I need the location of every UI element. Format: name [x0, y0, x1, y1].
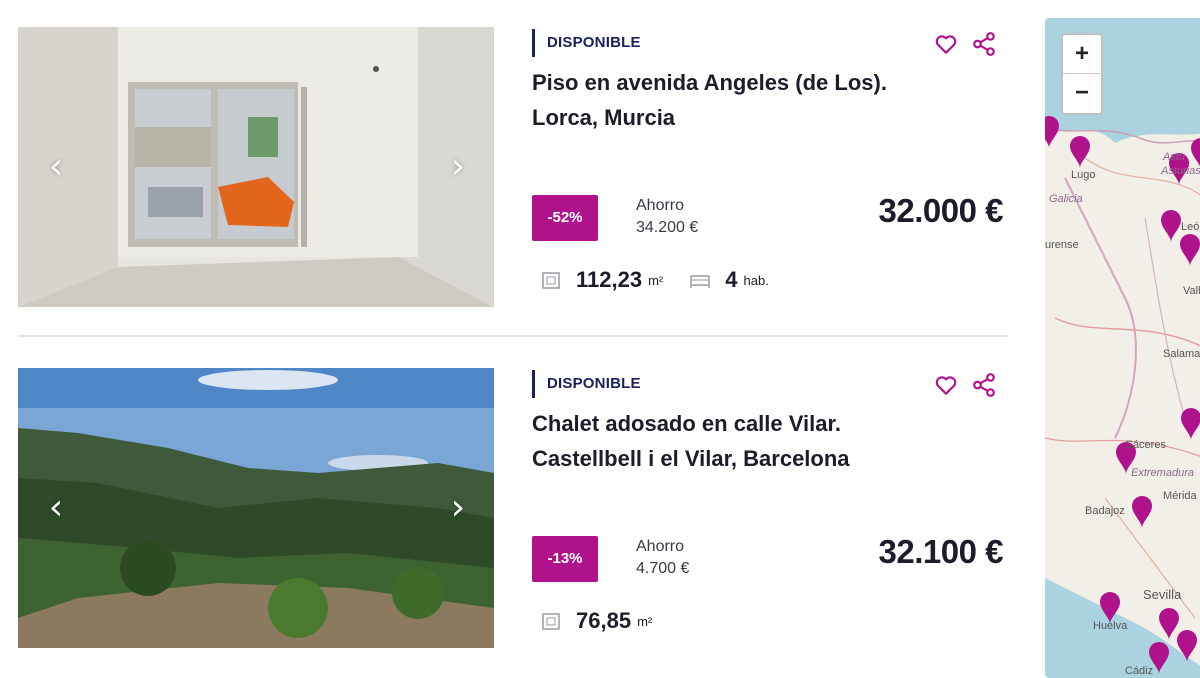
map-label: Vall	[1183, 285, 1200, 297]
area-unit: m²	[648, 272, 664, 288]
area-value: 76,85	[576, 608, 632, 633]
room-interior-image	[18, 27, 494, 307]
listing-actions	[933, 372, 997, 398]
chevron-left-icon[interactable]: ‹	[40, 490, 72, 526]
map-label: Galicia	[1049, 193, 1083, 205]
map-canvas[interactable]: Lugo Astu Asturias Galicia Leó urense Va…	[1045, 18, 1200, 678]
listing-info: DISPONIBLE Chalet adosado en calle Vilar…	[532, 368, 1007, 668]
heart-icon[interactable]	[933, 372, 959, 398]
zoom-in-button[interactable]: +	[1063, 35, 1101, 74]
share-icon[interactable]	[971, 31, 997, 57]
listing-specs: 76,85 m²	[540, 608, 652, 634]
map-panel[interactable]: Lugo Astu Asturias Galicia Leó urense Va…	[1045, 18, 1200, 678]
chevron-right-icon[interactable]: ›	[442, 149, 474, 185]
saving-amount: 4.700 €	[636, 560, 690, 577]
status-badge: DISPONIBLE	[532, 370, 641, 398]
saving-amount: 34.200 €	[636, 219, 699, 236]
map-label: Leó	[1181, 221, 1199, 233]
map-label: urense	[1045, 239, 1079, 251]
map-label: Badajoz	[1085, 505, 1125, 517]
saving-label: Ahorro	[636, 197, 685, 214]
share-icon[interactable]	[971, 372, 997, 398]
listing-photo[interactable]: ‹ ›	[18, 368, 494, 648]
map-zoom-control: + −	[1061, 33, 1103, 115]
chevron-left-icon[interactable]: ‹	[40, 149, 72, 185]
map-label: Cáceres	[1125, 439, 1166, 451]
map-label: Astu	[1162, 151, 1185, 163]
rooms-unit: hab.	[743, 272, 769, 288]
map-label: Cádiz	[1125, 665, 1153, 677]
listing-specs: 112,23 m² 4 hab.	[540, 267, 769, 293]
map-label: Sevilla	[1143, 587, 1182, 602]
listing-card[interactable]: ‹ › DISPONIBLE Piso en avenida Angeles (…	[0, 0, 1010, 336]
area-unit: m²	[637, 613, 653, 629]
listing-photo[interactable]: ‹ ›	[18, 27, 494, 307]
listing-title[interactable]: Piso en avenida Angeles (de Los). Lorca,…	[532, 65, 892, 135]
listing-price: 32.100 €	[878, 533, 1004, 570]
landscape-image	[18, 368, 494, 648]
area-icon	[542, 272, 560, 289]
chevron-right-icon[interactable]: ›	[442, 490, 474, 526]
map-label: Salaman	[1163, 348, 1200, 360]
listing-price: 32.000 €	[878, 192, 1004, 229]
map-label: Extremadura	[1131, 467, 1194, 479]
area-icon	[542, 613, 560, 630]
rooms-value: 4	[725, 267, 738, 292]
saving-label: Ahorro	[636, 538, 685, 555]
zoom-out-button[interactable]: −	[1063, 74, 1101, 112]
map-label: Asturias	[1160, 165, 1200, 177]
heart-icon[interactable]	[933, 31, 959, 57]
bed-icon	[690, 275, 710, 288]
discount-badge: -13%	[532, 536, 598, 582]
discount-badge: -52%	[532, 195, 598, 241]
map-label: Lugo	[1071, 169, 1095, 181]
listing-divider	[18, 335, 1008, 337]
listing-actions	[933, 31, 997, 57]
listing-card[interactable]: ‹ › DISPONIBLE Chalet adosado en calle V…	[0, 338, 1010, 675]
listing-title[interactable]: Chalet adosado en calle Vilar. Castellbe…	[532, 406, 892, 476]
map-label: Huelva	[1093, 620, 1128, 632]
saving-info: Ahorro 4.700 €	[636, 536, 689, 580]
area-value: 112,23	[576, 267, 643, 292]
saving-info: Ahorro 34.200 €	[636, 195, 698, 239]
status-badge: DISPONIBLE	[532, 29, 641, 57]
map-label: Mérida	[1163, 490, 1198, 502]
listing-info: DISPONIBLE Piso en avenida Angeles (de L…	[532, 27, 1007, 327]
